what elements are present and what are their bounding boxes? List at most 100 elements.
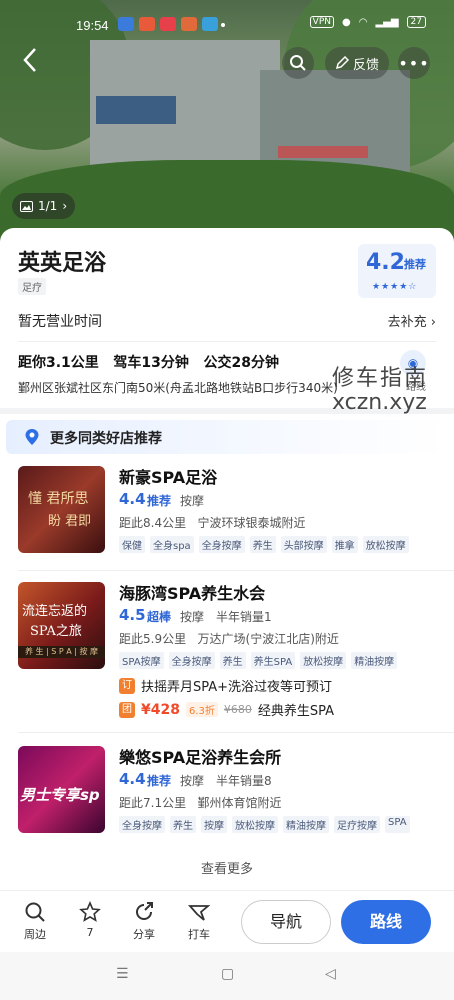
menu-icon[interactable]: ☰ — [116, 966, 129, 982]
thumbnail-art: 流连忘返的 — [22, 604, 88, 619]
rating-score: 4.2 — [366, 250, 405, 275]
shop-tag: 放松按摩 — [300, 652, 347, 669]
app-icon — [202, 17, 218, 31]
shop-sales: 半年销量8 — [216, 774, 272, 788]
business-hours: 暂无营业时间 — [18, 314, 102, 330]
watermark: 修车指南 xczn.xyz — [332, 360, 428, 415]
more-dots-icon: ••• — [398, 53, 430, 73]
signal-icon: ▂▄▆ — [375, 16, 399, 28]
shop-tag: 全身按摩 — [168, 652, 215, 669]
shop-score: 4.5 — [119, 606, 146, 624]
wifi-icon: ◠ — [358, 16, 368, 28]
search-icon — [290, 55, 306, 71]
shop-tag: 头部按摩 — [280, 536, 327, 553]
group-deal[interactable]: 团 ¥428 6.3折 ¥680 经典养生SPA — [119, 700, 334, 719]
app-icon — [160, 17, 176, 31]
shop-score: 4.4 — [119, 770, 146, 788]
shop-tags: SPA按摩 全身按摩 养生 养生SPA 放松按摩 精油按摩 — [119, 652, 398, 669]
shop-tags: 保健 全身spa 全身按摩 养生 头部按摩 推拿 放松按摩 — [119, 536, 409, 553]
location-icon: ● — [342, 16, 351, 28]
bottom-action-bar: 周边 7 分享 打车 导航 路线 — [0, 890, 454, 952]
share-icon — [136, 902, 153, 920]
shop-tag: 保健 — [119, 536, 145, 553]
photo-count-button[interactable]: 1/1 › — [12, 193, 76, 219]
feedback-label: 反馈 — [352, 57, 379, 73]
see-more-link[interactable]: 查看更多 — [0, 858, 454, 877]
thumbnail-art: SPA之旅 — [30, 624, 82, 639]
shop-sales: 半年销量1 — [216, 610, 272, 624]
watermark-line2: xczn.xyz — [332, 390, 427, 415]
back-triangle-icon[interactable]: ◁ — [325, 966, 336, 982]
divider — [18, 341, 436, 342]
shop-tag: 按摩 — [201, 816, 227, 833]
shop-tag: SPA — [385, 816, 410, 833]
vpn-icon: VPN — [309, 16, 334, 28]
shop-tag: 推拿 — [331, 536, 358, 553]
add-hours-link[interactable]: 去补充 › — [388, 311, 436, 330]
shop-thumbnail: 流连忘返的 SPA之旅 养 生 | S P A | 按 摩 — [18, 582, 105, 669]
system-indicators: VPN ● ◠ ▂▄▆ 27 — [309, 16, 426, 28]
shop-tag: 精油按摩 — [283, 816, 329, 833]
place-address[interactable]: 鄞州区张斌社区东门南50米(舟孟北路地铁站B口步行340米) — [18, 379, 338, 396]
place-title: 英英足浴 — [18, 251, 107, 276]
nearby-button[interactable]: 周边 — [15, 901, 55, 942]
shop-category: 按摩 — [180, 494, 205, 508]
more-button[interactable]: ••• — [398, 47, 430, 79]
shop-sign — [96, 96, 176, 124]
booking-text: 扶摇弄月SPA+洗浴过夜等可预订 — [141, 680, 333, 695]
nearby-label: 周边 — [24, 928, 46, 941]
shop-tag: SPA按摩 — [119, 652, 164, 669]
shop-tag: 全身spa — [150, 536, 194, 553]
shop-tag: 精油按摩 — [351, 652, 398, 669]
image-icon — [20, 200, 33, 212]
battery-icon: 27 — [406, 16, 426, 28]
chevron-left-icon — [23, 48, 36, 72]
feedback-button[interactable]: 反馈 — [325, 47, 389, 79]
booking-icon: 订 — [119, 677, 135, 694]
taxi-button[interactable]: 打车 — [179, 901, 219, 942]
shop-name: 新豪SPA足浴 — [119, 468, 218, 487]
status-bar: 19:54 VPN ● ◠ ▂▄▆ 27 — [0, 10, 454, 40]
location-pin-icon — [25, 429, 39, 445]
navigate-button[interactable]: 导航 — [241, 900, 331, 944]
share-button[interactable]: 分享 — [124, 901, 164, 942]
notification-icons — [118, 17, 218, 31]
app-icon — [118, 17, 134, 31]
thumbnail-art: 懂 君所思 — [28, 491, 89, 507]
chevron-right-icon: › — [430, 315, 436, 330]
recommendations-panel: 更多同类好店推荐 懂 君所思 盼 君即 新豪SPA足浴 4.4 推荐 按摩 距此… — [0, 414, 454, 890]
route-button[interactable]: 路线 — [341, 900, 431, 944]
thumbnail-art: 男士专享sp — [20, 786, 100, 804]
shop-tag: 放松按摩 — [362, 536, 409, 553]
shop-badge: 推荐 — [147, 494, 172, 508]
taxi-label: 打车 — [188, 928, 210, 941]
star-icon — [79, 901, 101, 922]
deal-price: ¥428 — [141, 701, 180, 718]
deal-discount: 6.3折 — [185, 702, 218, 717]
shop-tag: 养生 — [219, 652, 246, 669]
search-icon — [25, 902, 45, 922]
thumbnail-art: 盼 君即 — [48, 514, 92, 529]
shop-location: 距此5.9公里 万达广场(宁波江北店)附近 — [119, 632, 339, 646]
home-icon[interactable]: ▢ — [221, 966, 234, 982]
favorite-button[interactable]: 7 — [70, 901, 110, 939]
search-button[interactable] — [282, 47, 314, 79]
shop-name: 海豚湾SPA养生水会 — [119, 584, 266, 603]
shop-category: 按摩 — [180, 774, 205, 788]
shop-tag: 养生 — [170, 816, 196, 833]
booking-deal[interactable]: 订 扶摇弄月SPA+洗浴过夜等可预订 — [119, 676, 332, 695]
deal-title: 经典养生SPA — [257, 704, 335, 719]
rating-box[interactable]: 4.2 推荐 ★★★★☆ — [358, 244, 436, 298]
shop-tag: 全身按摩 — [198, 536, 245, 553]
add-hours-label: 去补充 — [387, 315, 427, 330]
watermark-line1: 修车指南 — [332, 366, 429, 391]
shop-name: 樂悠SPA足浴养生会所 — [119, 748, 282, 767]
distance-summary: 距你3.1公里 驾车13分钟 公交28分钟 — [18, 355, 280, 371]
chevron-right-icon: › — [62, 199, 68, 213]
shop-score: 4.4 — [119, 490, 146, 508]
shop-badge: 推荐 — [147, 774, 172, 788]
shop-category: 按摩 — [180, 610, 205, 624]
back-button[interactable] — [20, 46, 50, 82]
neon-sign — [278, 146, 368, 158]
favorite-count: 7 — [86, 926, 94, 939]
